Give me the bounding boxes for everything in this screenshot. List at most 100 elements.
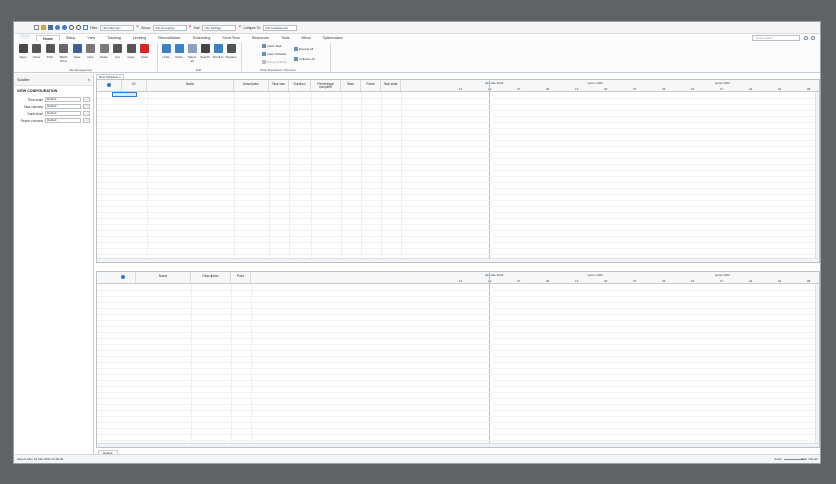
gantt-day: 27 — [633, 87, 637, 91]
column-header[interactable]: Finish — [361, 80, 381, 91]
config-row: Report columns Default… — [14, 117, 93, 124]
config-select[interactable]: Default — [45, 97, 81, 102]
zoom-in-icon[interactable] — [69, 25, 74, 30]
clear-group-icon[interactable]: × — [189, 25, 192, 30]
gantt-day: 13 — [575, 87, 579, 91]
print-button[interactable]: Print — [44, 44, 56, 59]
collapse-all-button[interactable]: Collapse All — [294, 57, 315, 61]
collapse-label: Collapse To: — [243, 25, 261, 30]
undo-icon[interactable] — [55, 25, 60, 30]
column-header[interactable]: Start — [341, 80, 361, 91]
config-label: Task columns — [23, 104, 43, 109]
gantt-day: 13 — [459, 87, 463, 91]
new-icon[interactable] — [34, 25, 39, 30]
gantt-day: 06 — [546, 87, 550, 91]
vertical-scrollbar[interactable] — [815, 284, 819, 445]
horizontal-scrollbar[interactable] — [97, 258, 819, 262]
gantt-day: 24 — [749, 87, 753, 91]
task-grid[interactable]: ID Name Description Task size Duration Percen… — [96, 79, 820, 263]
clear-icon — [140, 44, 149, 53]
quick-toolbar: Filter: <No Filtering> × Group: <No Grou… — [14, 22, 820, 34]
column-header[interactable]: Description — [191, 272, 231, 283]
selected-row[interactable] — [112, 92, 137, 97]
scroll-to-icon — [213, 44, 223, 53]
insert-subtask-button[interactable]: Insert Subtask — [262, 52, 286, 56]
cut-icon — [113, 44, 122, 53]
new-button[interactable]: New — [85, 44, 97, 59]
close-button[interactable]: Close — [31, 44, 43, 59]
column-header[interactable]: ID — [122, 80, 147, 91]
expand-all-button[interactable]: Expand All — [294, 47, 313, 51]
scroll-to-button[interactable]: Scroll to — [212, 44, 224, 59]
column-header[interactable]: Point — [231, 272, 251, 283]
select-all-icon — [187, 44, 197, 53]
search-icon — [200, 44, 210, 53]
column-header[interactable]: Percentage complete — [311, 80, 341, 91]
filter-select[interactable]: <No Filtering> — [99, 24, 134, 31]
clear-sort-icon[interactable]: × — [238, 25, 241, 30]
save-icon[interactable] — [48, 25, 53, 30]
edit-group-label: Edit — [196, 68, 202, 72]
cut-button[interactable]: Cut — [112, 44, 124, 59]
link-icon[interactable] — [83, 25, 88, 30]
zoom-label: Zoom — [774, 457, 782, 461]
column-header[interactable]: Task size — [269, 80, 289, 91]
save-button[interactable]: Save — [71, 44, 83, 59]
vertical-scrollbar[interactable] — [815, 92, 819, 260]
config-select[interactable]: Default — [45, 118, 81, 123]
gantt-month: marzo 2022 — [587, 81, 603, 85]
info-icon[interactable] — [811, 36, 815, 40]
config-select[interactable]: Default — [45, 104, 81, 109]
help-icon[interactable] — [804, 36, 808, 40]
close-icon[interactable]: × — [88, 77, 90, 82]
more-button[interactable]: … — [83, 104, 90, 109]
select-all-icon[interactable] — [111, 272, 136, 283]
open-icon[interactable] — [41, 25, 46, 30]
gantt-month: febbraio 2022 — [485, 81, 504, 85]
sort-select[interactable]: <No Sorting> — [202, 24, 237, 31]
undo-icon — [161, 44, 171, 53]
gantt-day: 03 — [662, 279, 666, 283]
more-button[interactable]: … — [83, 118, 90, 123]
zoom-mode[interactable]: Year / Month — [801, 455, 818, 463]
group-select[interactable]: <No Grouping> — [152, 24, 187, 31]
open-icon — [18, 44, 28, 53]
undo-button[interactable]: Undo — [160, 44, 172, 59]
gantt-day: 01 — [778, 87, 782, 91]
column-header[interactable]: Task state — [381, 80, 401, 91]
gantt-day: 13 — [459, 279, 463, 283]
resource-grid[interactable]: Name Description Point febbraio 2022 marzo 2… — [96, 271, 820, 448]
gantt-month: aprile 2022 — [715, 81, 730, 85]
grid-header: ID Name Description Task size Duration Percen… — [97, 80, 819, 92]
select-all-button[interactable]: Select all — [186, 44, 198, 63]
redo-button[interactable]: Redo — [173, 44, 185, 59]
new-icon — [86, 44, 95, 53]
clear-button[interactable]: Clear — [139, 44, 151, 59]
column-header[interactable]: Name — [136, 272, 191, 283]
paste-button[interactable]: Paste — [98, 44, 110, 59]
select-all-icon[interactable] — [97, 80, 122, 91]
config-select[interactable]: Default — [45, 111, 81, 116]
horizontal-scrollbar[interactable] — [97, 443, 819, 447]
column-header[interactable]: Duration — [289, 80, 311, 91]
column-header[interactable]: Name — [147, 80, 234, 91]
zoom-out-icon[interactable] — [76, 25, 81, 30]
column-header[interactable]: Description — [234, 80, 269, 91]
search-button[interactable]: Search — [199, 44, 211, 59]
redo-icon[interactable] — [62, 25, 67, 30]
open-button[interactable]: Open — [17, 44, 29, 59]
more-button[interactable]: … — [83, 111, 90, 116]
insert-task-button[interactable]: Insert Task — [262, 44, 281, 48]
collapse-select[interactable]: <No Collapse Ful — [262, 24, 297, 31]
replace-button[interactable]: Replace — [225, 44, 237, 59]
copy-button[interactable]: Copy — [125, 44, 137, 59]
status-text: Saved: Mon 22 Mar 2022 12:00:00 — [17, 457, 64, 461]
group-children-button[interactable]: Group Children — [262, 60, 287, 64]
batch-print-button[interactable]: Batch Print — [58, 44, 70, 63]
file-group-label: File Management — [69, 68, 93, 72]
clear-filter-icon[interactable]: × — [136, 25, 139, 30]
copy-icon — [126, 44, 136, 53]
filter-label: Filter: — [90, 25, 98, 30]
more-button[interactable]: … — [83, 97, 90, 102]
sort-label: Sort: — [193, 25, 201, 30]
